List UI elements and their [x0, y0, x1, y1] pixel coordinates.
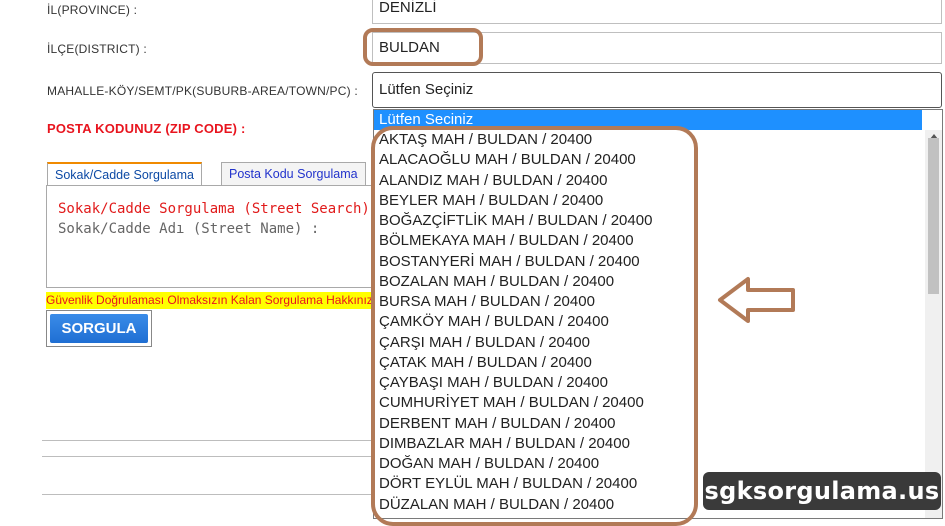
- street-search-panel: Sokak/Cadde Sorgulama (Street Search) So…: [46, 185, 376, 288]
- tab-zip-search[interactable]: Posta Kodu Sorgulama: [221, 162, 366, 185]
- divider: [42, 456, 372, 457]
- security-notice: Güvenlik Doğrulaması Olmaksızın Kalan So…: [46, 292, 376, 309]
- district-highlight-outline: [363, 28, 483, 66]
- left-arrow-icon: [718, 277, 795, 323]
- divider: [42, 440, 372, 441]
- province-field[interactable]: DENİZLİ: [372, 0, 942, 24]
- tab-street-search[interactable]: Sokak/Cadde Sorgulama: [47, 162, 202, 185]
- query-button[interactable]: SORGULA: [50, 314, 148, 343]
- options-highlight-outline: [371, 126, 698, 526]
- dropdown-scrollbar[interactable]: [925, 130, 942, 518]
- watermark: sgksorgulama.us: [703, 472, 941, 510]
- province-label: İL(PROVINCE) :: [47, 3, 138, 17]
- suburb-label: MAHALLE-KÖY/SEMT/PK(SUBURB-AREA/TOWN/PC)…: [47, 84, 358, 98]
- suburb-select[interactable]: Lütfen Seçiniz: [372, 72, 942, 108]
- street-name-label: Sokak/Cadde Adı (Street Name) :: [58, 221, 320, 237]
- zip-code-label: POSTA KODUNUZ (ZIP CODE) :: [47, 121, 246, 136]
- scrollbar-thumb[interactable]: [928, 138, 939, 294]
- query-button-frame: SORGULA: [46, 310, 152, 347]
- divider: [42, 494, 372, 495]
- district-label: İLÇE(DISTRICT) :: [47, 42, 147, 56]
- panel-title: Sokak/Cadde Sorgulama (Street Search): [58, 201, 370, 217]
